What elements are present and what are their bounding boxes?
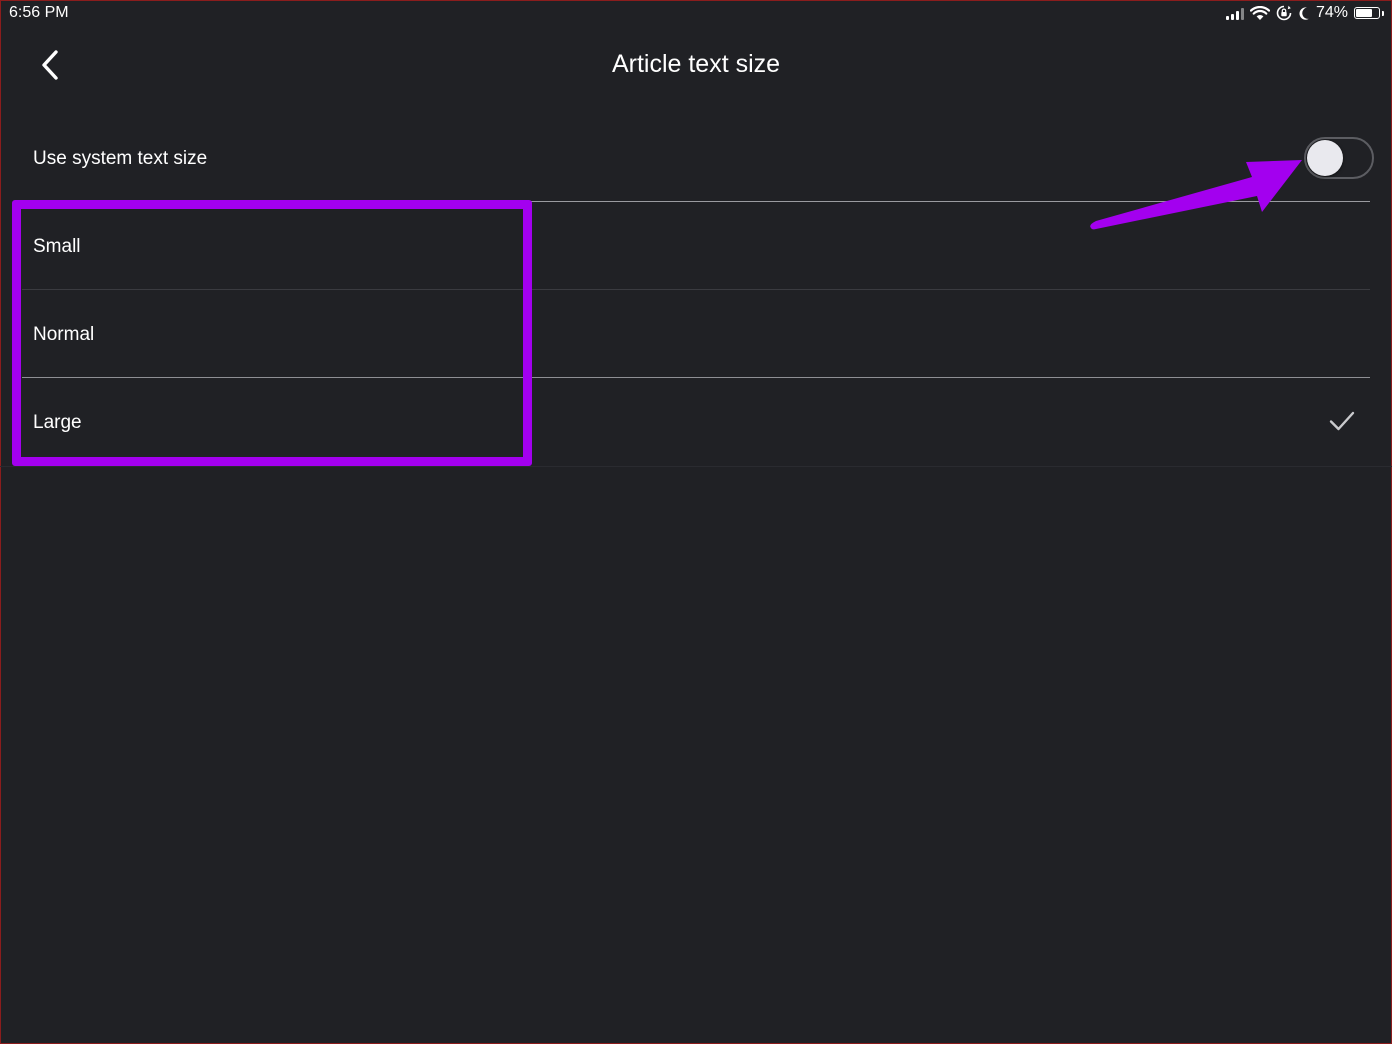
signal-icon	[1225, 7, 1244, 20]
highlight-box-annotation	[12, 200, 532, 466]
battery-fill	[1356, 9, 1373, 17]
system-text-size-label: Use system text size	[33, 148, 208, 169]
rotation-lock-icon	[1276, 5, 1292, 21]
checkmark-icon	[1329, 411, 1355, 431]
system-text-size-toggle[interactable]	[1304, 137, 1374, 179]
status-bar: 6:56 PM 74%	[0, 0, 1392, 26]
status-icons: 74%	[1225, 4, 1384, 22]
status-time: 6:56 PM	[9, 4, 69, 21]
moon-icon	[1299, 6, 1309, 20]
battery-icon	[1354, 7, 1380, 19]
battery-tip	[1382, 10, 1384, 16]
arrow-annotation	[1090, 160, 1302, 230]
wifi-icon	[1249, 5, 1270, 20]
page-title: Article text size	[611, 50, 781, 78]
toggle-knob	[1307, 140, 1343, 176]
battery-percent: 74%	[1315, 4, 1348, 21]
list-bottom-line	[0, 466, 1392, 467]
